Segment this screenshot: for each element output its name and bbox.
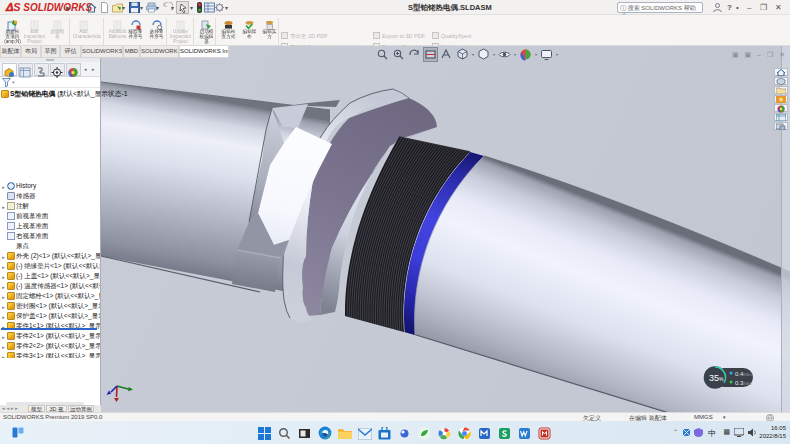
svg-text:0.4KB/s: 0.4KB/s bbox=[735, 371, 752, 377]
svg-text:0.3KB/s: 0.3KB/s bbox=[735, 380, 752, 386]
